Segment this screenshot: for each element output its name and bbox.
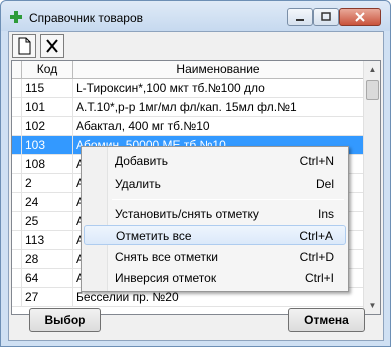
table-row[interactable]: 115 L-Тироксин*,100 мкт тб.№100 дло xyxy=(12,79,364,98)
cell-code: 102 xyxy=(22,117,73,135)
menu-item-shortcut: Ctrl+D xyxy=(299,250,334,264)
cell-code: 103 xyxy=(22,136,73,154)
row-indicator xyxy=(12,212,22,230)
menu-item-invert-marks[interactable]: Инверсия отметок Ctrl+I xyxy=(84,268,346,288)
menu-separator xyxy=(112,199,344,200)
select-button[interactable]: Выбор xyxy=(29,308,101,332)
menu-item-add[interactable]: Добавить Ctrl+N xyxy=(84,151,346,171)
cell-code: 113 xyxy=(22,231,73,249)
row-indicator xyxy=(12,79,22,97)
delete-button[interactable] xyxy=(40,34,64,58)
cell-name: А.Т.10*,р-р 1мг/мл фл/кап. 15мл фл.№1 xyxy=(73,98,364,116)
cell-code: 25 xyxy=(22,212,73,230)
dialog-window: Справочник товаров Код Наименование 115 … xyxy=(0,0,391,347)
menu-item-delete[interactable]: Удалить Del xyxy=(84,174,346,194)
maximize-button[interactable] xyxy=(313,8,339,26)
menu-item-label: Инверсия отметок xyxy=(115,271,217,285)
menu-item-toggle-mark[interactable]: Установить/снять отметку Ins xyxy=(84,204,346,224)
cell-code: 2 xyxy=(22,174,73,192)
maximize-icon xyxy=(321,12,331,21)
menu-item-unmark-all[interactable]: Снять все отметки Ctrl+D xyxy=(84,247,346,267)
cell-code: 108 xyxy=(22,155,73,173)
row-indicator xyxy=(12,288,22,306)
column-header-name[interactable]: Наименование xyxy=(73,61,364,79)
vertical-scrollbar[interactable]: ▲ ▼ xyxy=(363,61,380,314)
menu-item-shortcut: Ctrl+I xyxy=(304,271,334,285)
row-indicator xyxy=(12,231,22,249)
table-row[interactable]: 101 А.Т.10*,р-р 1мг/мл фл/кап. 15мл фл.№1 xyxy=(12,98,364,117)
row-indicator xyxy=(12,136,22,154)
row-indicator xyxy=(12,269,22,287)
cell-code: 24 xyxy=(22,193,73,211)
minimize-icon xyxy=(296,19,304,21)
menu-item-label: Снять все отметки xyxy=(115,250,219,264)
menu-item-label: Добавить xyxy=(115,154,169,168)
cell-code: 101 xyxy=(22,98,73,116)
minimize-button[interactable] xyxy=(287,8,313,26)
window-title: Справочник товаров xyxy=(29,11,143,25)
cell-code: 28 xyxy=(22,250,73,268)
row-indicator xyxy=(12,250,22,268)
row-indicator xyxy=(12,98,22,116)
row-indicator xyxy=(12,155,22,173)
cell-code: 27 xyxy=(22,288,73,306)
cell-code: 115 xyxy=(22,79,73,97)
scroll-up-icon[interactable]: ▲ xyxy=(365,61,380,78)
menu-item-shortcut: Ctrl+A xyxy=(299,229,333,243)
cancel-button[interactable]: Отмена xyxy=(288,308,365,332)
row-indicator xyxy=(12,117,22,135)
menu-item-shortcut: Ctrl+N xyxy=(299,154,334,168)
cell-name: L-Тироксин*,100 мкт тб.№100 дло xyxy=(73,79,364,97)
app-plus-icon xyxy=(10,11,22,23)
row-indicator xyxy=(12,174,22,192)
context-menu: Добавить Ctrl+N Удалить Del Установить/с… xyxy=(81,146,349,292)
delete-x-icon xyxy=(46,39,58,53)
scroll-thumb[interactable] xyxy=(366,80,379,100)
new-document-icon xyxy=(18,37,31,55)
close-window-button[interactable] xyxy=(339,8,381,26)
menu-item-shortcut: Ins xyxy=(317,207,334,221)
column-header-code[interactable]: Код xyxy=(22,61,73,79)
scroll-down-icon[interactable]: ▼ xyxy=(365,297,380,314)
title-bar[interactable]: Справочник товаров xyxy=(1,1,390,31)
new-button[interactable] xyxy=(12,34,36,58)
cell-code: 64 xyxy=(22,269,73,287)
menu-item-mark-all[interactable]: Отметить все Ctrl+A xyxy=(84,225,346,245)
menu-item-label: Установить/снять отметку xyxy=(115,207,259,221)
menu-item-label: Отметить все xyxy=(116,229,192,243)
grid-header: Код Наименование xyxy=(12,61,364,79)
menu-item-label: Удалить xyxy=(115,177,161,191)
header-indicator xyxy=(12,61,22,79)
menu-item-shortcut: Del xyxy=(315,177,334,191)
cell-name: Абактал, 400 мг тб.№10 xyxy=(73,117,364,135)
close-icon xyxy=(355,12,365,22)
row-indicator xyxy=(12,193,22,211)
table-row[interactable]: 102 Абактал, 400 мг тб.№10 xyxy=(12,117,364,136)
